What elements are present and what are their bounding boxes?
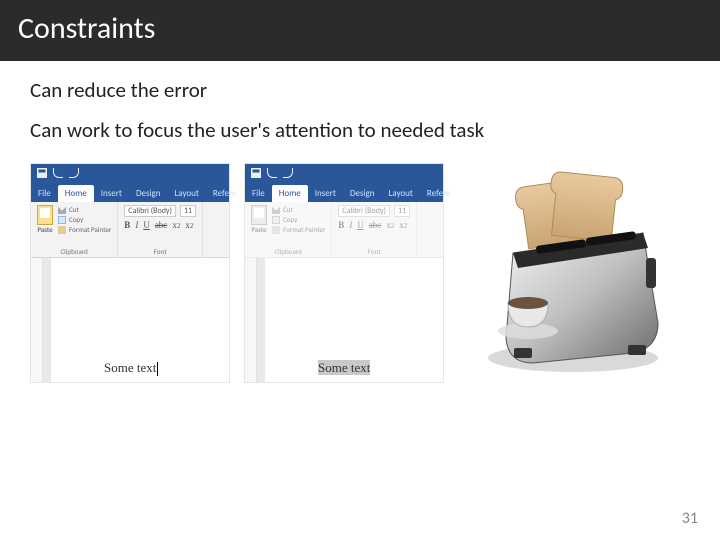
tab-layout: Layout — [168, 185, 206, 202]
format-painter-icon — [272, 226, 280, 234]
tab-home: Home — [58, 185, 94, 202]
word-screenshot-disabled: File Home Insert Design Layout Refere Pa… — [244, 163, 444, 383]
tab-design: Design — [343, 185, 382, 202]
tab-references: Refere — [420, 185, 458, 202]
toaster-image — [458, 163, 678, 383]
font-name-selector: Calibri (Body) — [338, 205, 390, 217]
subscript-icon: x2 — [386, 220, 394, 230]
bold-icon: B — [124, 220, 130, 230]
word-screenshot-active: File Home Insert Design Layout Refere Pa… — [30, 163, 230, 383]
font-name-selector: Calibri (Body) — [124, 205, 176, 217]
cut-icon — [272, 206, 280, 214]
paste-button: Paste — [251, 205, 267, 234]
tab-layout: Layout — [382, 185, 420, 202]
paste-label: Paste — [251, 225, 266, 234]
slide-title: Constraints — [0, 0, 720, 61]
text-caret — [157, 362, 158, 376]
font-group-label: Font — [338, 247, 410, 256]
font-group: Calibri (Body) 11 B I U abc x2 x2 Font — [332, 202, 417, 257]
font-group: Calibri (Body) 11 B I U abc x2 x2 Font — [118, 202, 203, 257]
superscript-icon: x2 — [399, 220, 407, 230]
save-icon — [251, 168, 261, 178]
copy-button: Copy — [272, 215, 325, 224]
font-group-label: Font — [124, 247, 196, 256]
toaster-lever — [646, 258, 656, 288]
bullet-list: Can reduce the error Can work to focus t… — [0, 61, 720, 143]
font-style-buttons: B I U abc x2 x2 — [124, 220, 196, 230]
cut-button: Cut — [272, 205, 325, 214]
document-area: Some text — [31, 258, 229, 382]
italic-icon: I — [135, 220, 138, 230]
bold-icon: B — [338, 220, 344, 230]
ribbon-tabs: File Home Insert Design Layout Refere — [245, 182, 443, 202]
ruler-vertical — [31, 258, 43, 382]
clipboard-group: Paste Cut Copy Format Painter Clipboard — [31, 202, 118, 257]
paste-icon — [37, 205, 53, 225]
clipboard-group-label: Clipboard — [37, 247, 111, 256]
underline-icon: U — [357, 220, 364, 230]
paste-icon — [251, 205, 267, 225]
quick-access-toolbar — [31, 164, 229, 182]
cut-icon — [58, 206, 66, 214]
copy-button: Copy — [58, 215, 111, 224]
underline-icon: U — [143, 220, 150, 230]
italic-icon: I — [349, 220, 352, 230]
clipboard-group: Paste Cut Copy Format Painter Clipboard — [245, 202, 332, 257]
document-area: Some text — [245, 258, 443, 382]
bullet-item: Can work to focus the user's attention t… — [30, 117, 690, 143]
bullet-item: Can reduce the error — [30, 77, 690, 103]
tab-home: Home — [272, 185, 308, 202]
page-margin — [43, 258, 63, 382]
format-painter-button: Format Painter — [272, 225, 325, 234]
subscript-icon: x2 — [172, 220, 180, 230]
page-number: 31 — [682, 509, 698, 528]
tab-file: File — [245, 185, 272, 202]
font-size-selector: 11 — [394, 205, 410, 217]
tab-insert: Insert — [94, 185, 129, 202]
ribbon-tabs: File Home Insert Design Layout Refere — [31, 182, 229, 202]
cut-button: Cut — [58, 205, 111, 214]
page-margin — [257, 258, 277, 382]
ribbon-disabled: Paste Cut Copy Format Painter Clipboard … — [245, 202, 443, 258]
paste-label: Paste — [37, 225, 52, 234]
strikethrough-icon: abc — [155, 220, 168, 230]
clipboard-group-label: Clipboard — [251, 247, 325, 256]
ribbon-active: Paste Cut Copy Format Painter Clipboard … — [31, 202, 229, 258]
sample-text: Some text — [103, 360, 159, 376]
copy-icon — [272, 216, 280, 224]
redo-icon — [69, 168, 79, 178]
tab-insert: Insert — [308, 185, 343, 202]
sample-text-selected: Some text — [317, 360, 371, 376]
superscript-icon: x2 — [185, 220, 193, 230]
undo-icon — [267, 168, 277, 178]
redo-icon — [283, 168, 293, 178]
quick-access-toolbar — [245, 164, 443, 182]
tab-references: Refere — [206, 185, 244, 202]
copy-icon — [58, 216, 66, 224]
format-painter-icon — [58, 226, 66, 234]
save-icon — [37, 168, 47, 178]
ruler-vertical — [245, 258, 257, 382]
tab-file: File — [31, 185, 58, 202]
paste-button: Paste — [37, 205, 53, 234]
font-size-selector: 11 — [180, 205, 196, 217]
undo-icon — [53, 168, 63, 178]
tab-design: Design — [129, 185, 168, 202]
strikethrough-icon: abc — [369, 220, 382, 230]
format-painter-button: Format Painter — [58, 225, 111, 234]
font-style-buttons: B I U abc x2 x2 — [338, 220, 410, 230]
